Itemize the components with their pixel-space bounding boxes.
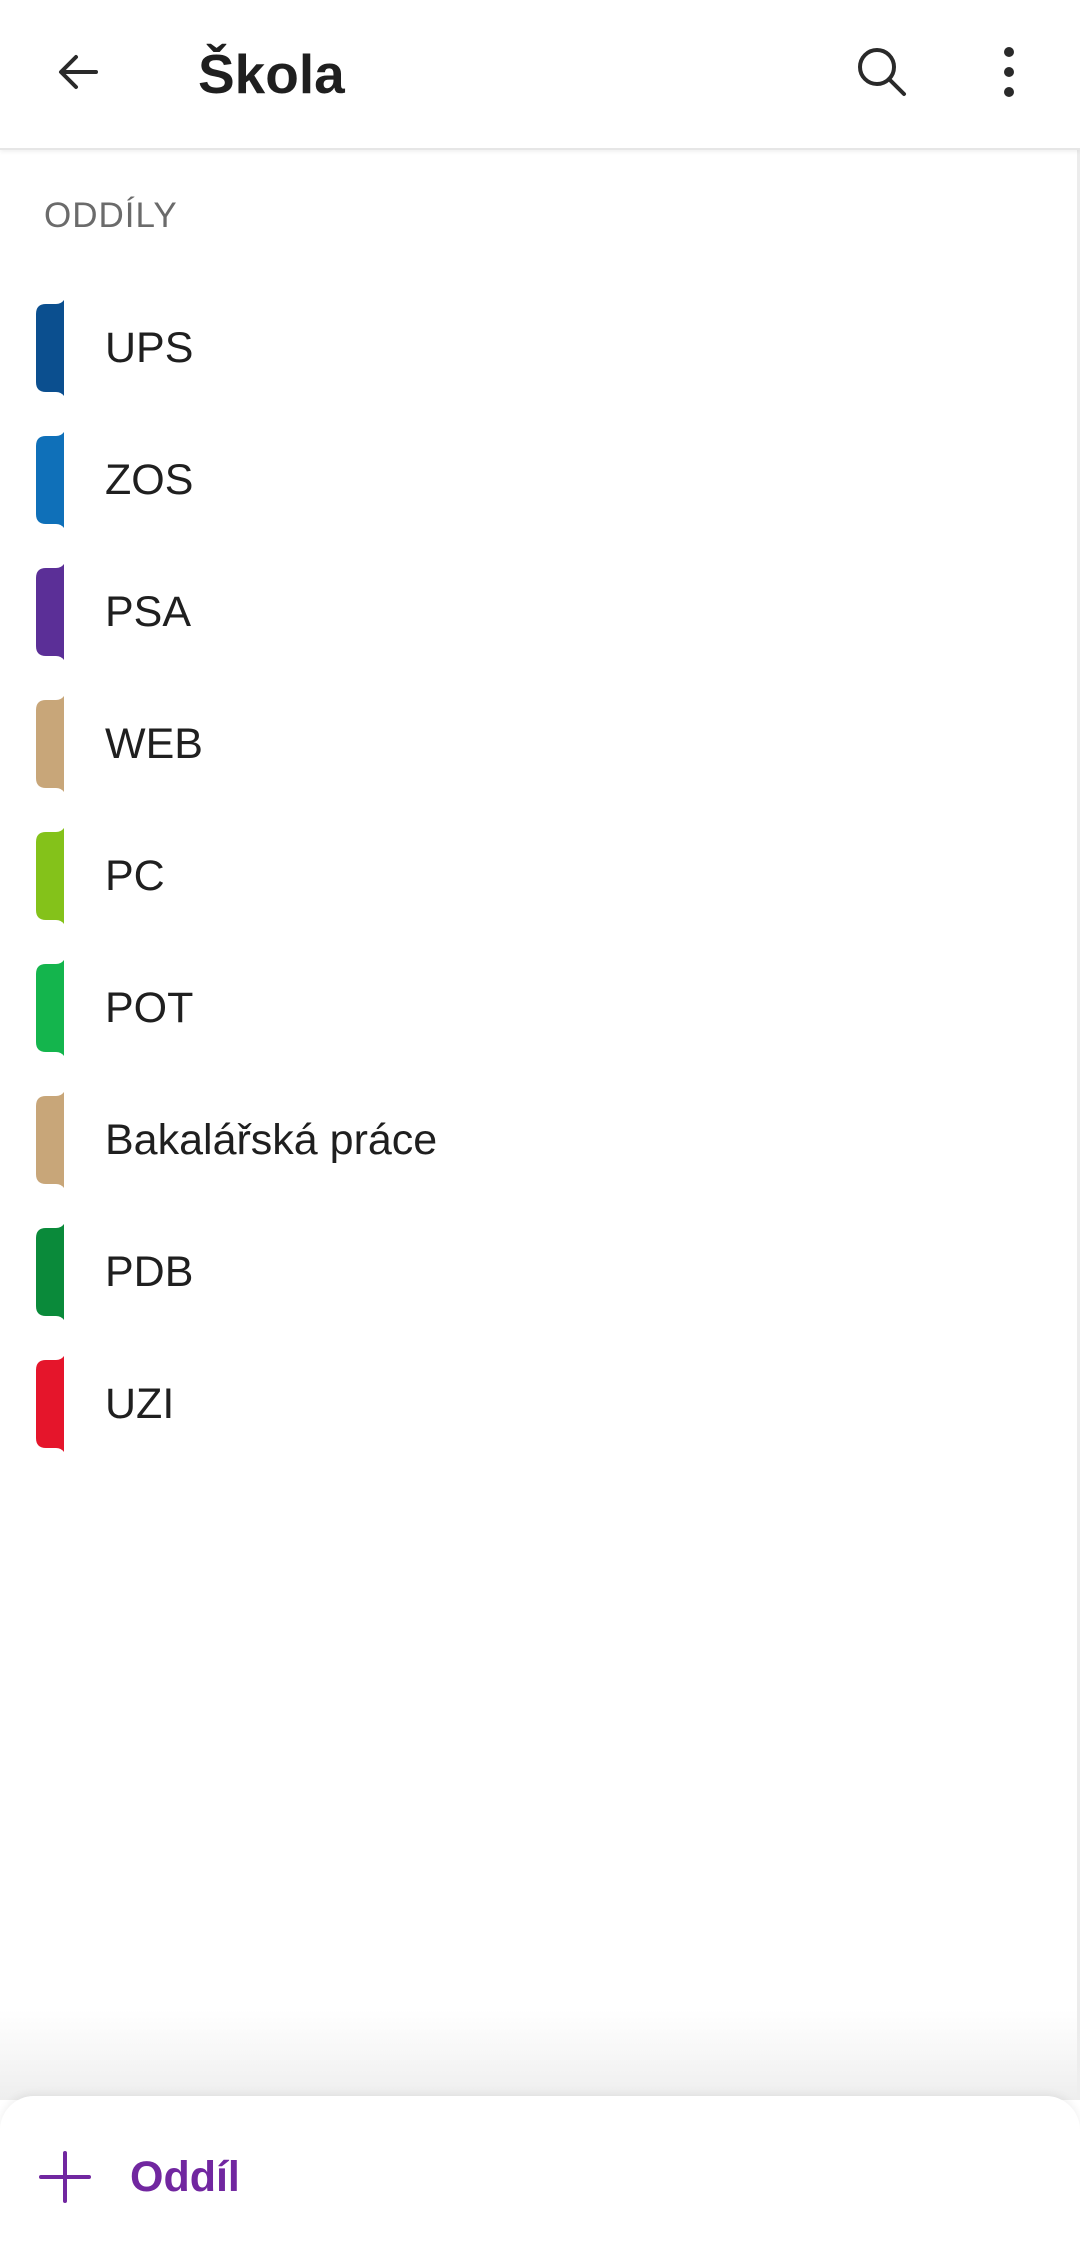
bottom-fade: [0, 2010, 1080, 2100]
sections-list: UPS ZOS PSA WEB PC POT Bakalářská práce: [0, 282, 1077, 1470]
section-item-pc[interactable]: PC: [0, 810, 1077, 942]
section-item-psa[interactable]: PSA: [0, 546, 1077, 678]
section-tab-icon: [36, 1092, 64, 1188]
section-item-ups[interactable]: UPS: [0, 282, 1077, 414]
section-label: POT: [105, 984, 194, 1032]
plus-icon: [30, 2142, 100, 2212]
section-label: PC: [105, 852, 165, 900]
section-item-pdb[interactable]: PDB: [0, 1206, 1077, 1338]
top-app-bar: Škola: [0, 0, 1080, 150]
section-item-web[interactable]: WEB: [0, 678, 1077, 810]
section-tab-icon: [36, 696, 64, 792]
section-label: WEB: [105, 720, 203, 768]
more-options-button[interactable]: [963, 28, 1055, 120]
section-tab-icon: [36, 564, 64, 660]
page-title: Škola: [198, 43, 345, 105]
section-label: UZI: [105, 1380, 175, 1428]
arrow-left-icon: [54, 48, 102, 101]
back-button[interactable]: [32, 28, 124, 120]
section-label: Bakalářská práce: [105, 1116, 438, 1164]
section-item-bakalarska-prace[interactable]: Bakalářská práce: [0, 1074, 1077, 1206]
section-item-uzi[interactable]: UZI: [0, 1338, 1077, 1470]
section-tab-icon: [36, 1356, 64, 1452]
section-label: PSA: [105, 588, 192, 636]
section-label: ZOS: [105, 456, 194, 504]
section-tab-icon: [36, 828, 64, 924]
section-tab-icon: [36, 300, 64, 396]
search-button[interactable]: [836, 28, 928, 120]
section-tab-icon: [36, 960, 64, 1056]
section-label: PDB: [105, 1248, 194, 1296]
bottom-action-bar: Oddíl: [0, 2096, 1080, 2255]
add-section-button[interactable]: Oddíl: [30, 2132, 330, 2222]
more-vertical-icon: [999, 44, 1019, 105]
section-tab-icon: [36, 1224, 64, 1320]
section-tab-icon: [36, 432, 64, 528]
section-item-pot[interactable]: POT: [0, 942, 1077, 1074]
sections-header: ODDÍLY: [44, 196, 178, 235]
search-icon: [854, 44, 910, 105]
add-section-label: Oddíl: [130, 2152, 240, 2201]
section-label: UPS: [105, 324, 194, 372]
section-item-zos[interactable]: ZOS: [0, 414, 1077, 546]
onenote-notebook-screen: Škola ODDÍLY UPS ZOS PSA WEB PC POT Baka…: [0, 0, 1080, 2255]
